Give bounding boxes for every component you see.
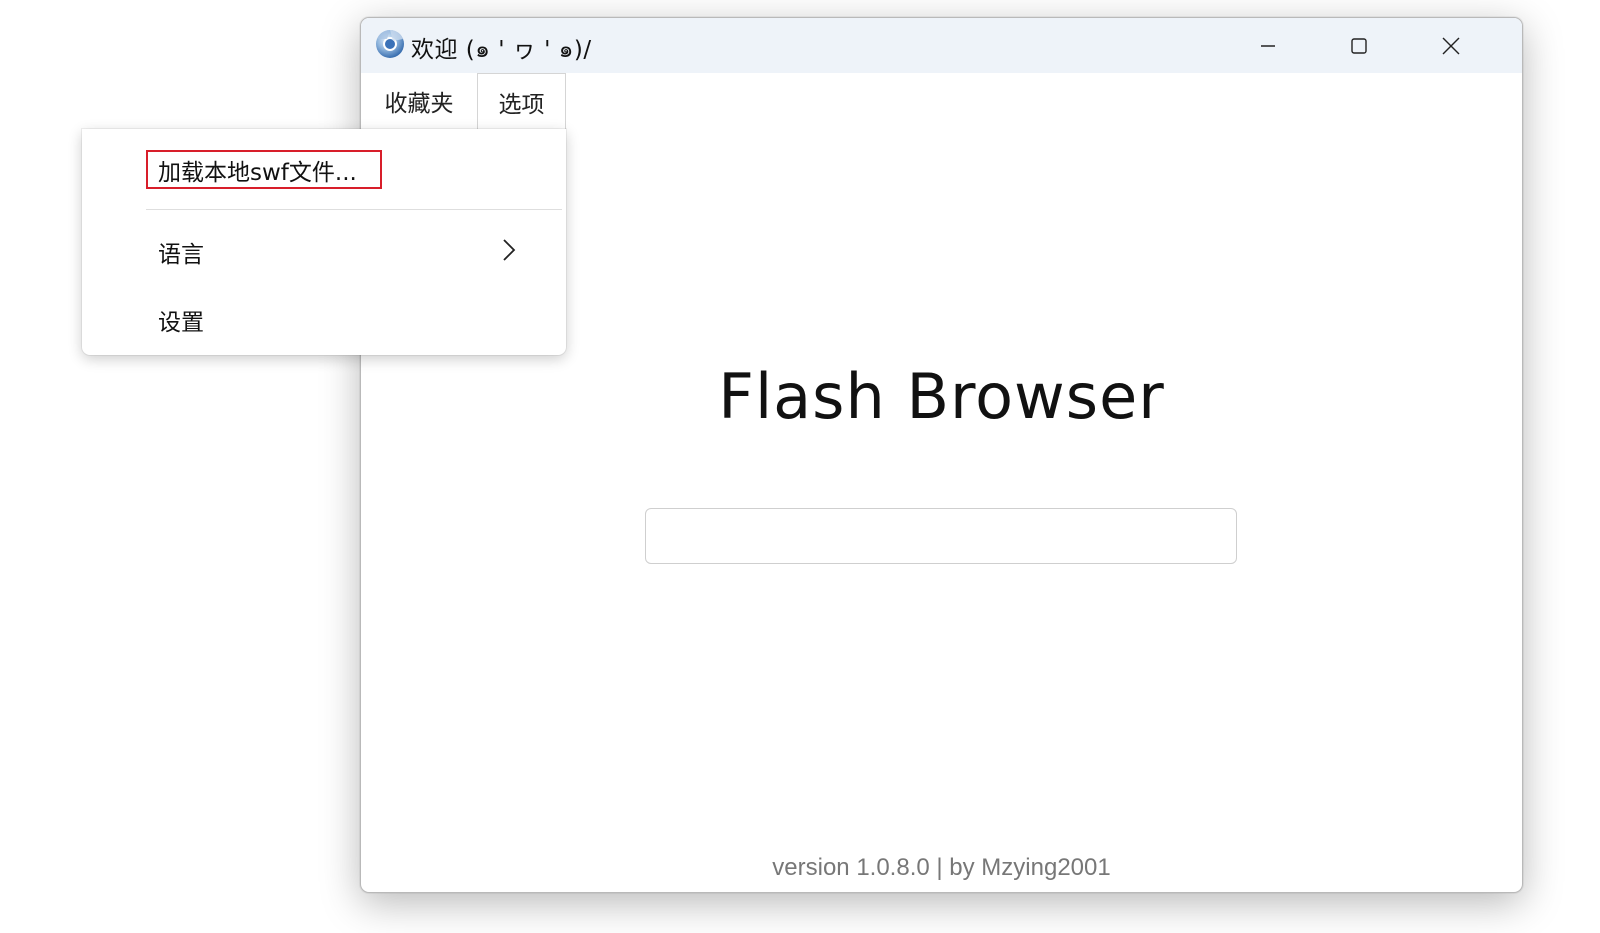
title-bar[interactable]: 欢迎 (๑ ' ヮ ' ๑)/ [361,18,1522,73]
close-icon [1442,37,1460,54]
menu-item-language[interactable]: 语言 [82,221,566,281]
window-title: 欢迎 (๑ ' ヮ ' ๑)/ [411,37,592,63]
app-icon [376,30,404,58]
version-label: version 1.0.8.0 | by Mzying2001 [772,854,1111,881]
address-input[interactable] [645,508,1237,564]
maximize-icon [1351,37,1367,54]
menu-item-language-label: 语言 [158,242,204,268]
menu-options[interactable]: 选项 [477,73,566,129]
menu-favorites[interactable]: 收藏夹 [361,73,477,129]
menu-bar: 收藏夹 选项 [361,73,1522,129]
minimize-icon [1261,44,1275,47]
app-title: Flash Browser [718,360,1165,433]
menu-separator [146,209,562,210]
minimize-button[interactable] [1223,18,1313,73]
chevron-right-icon [503,239,516,261]
close-button[interactable] [1406,18,1496,73]
maximize-button[interactable] [1314,18,1404,73]
menu-item-settings[interactable]: 设置 [82,289,566,349]
menu-item-settings-label: 设置 [158,310,204,336]
desktop: 欢迎 (๑ ' ヮ ' ๑)/ 收藏夹 选项 Flash Browser ver… [0,0,1600,933]
highlight-annotation-box [146,150,382,189]
options-dropdown-menu: 加载本地swf文件... 语言 设置 [82,129,566,355]
